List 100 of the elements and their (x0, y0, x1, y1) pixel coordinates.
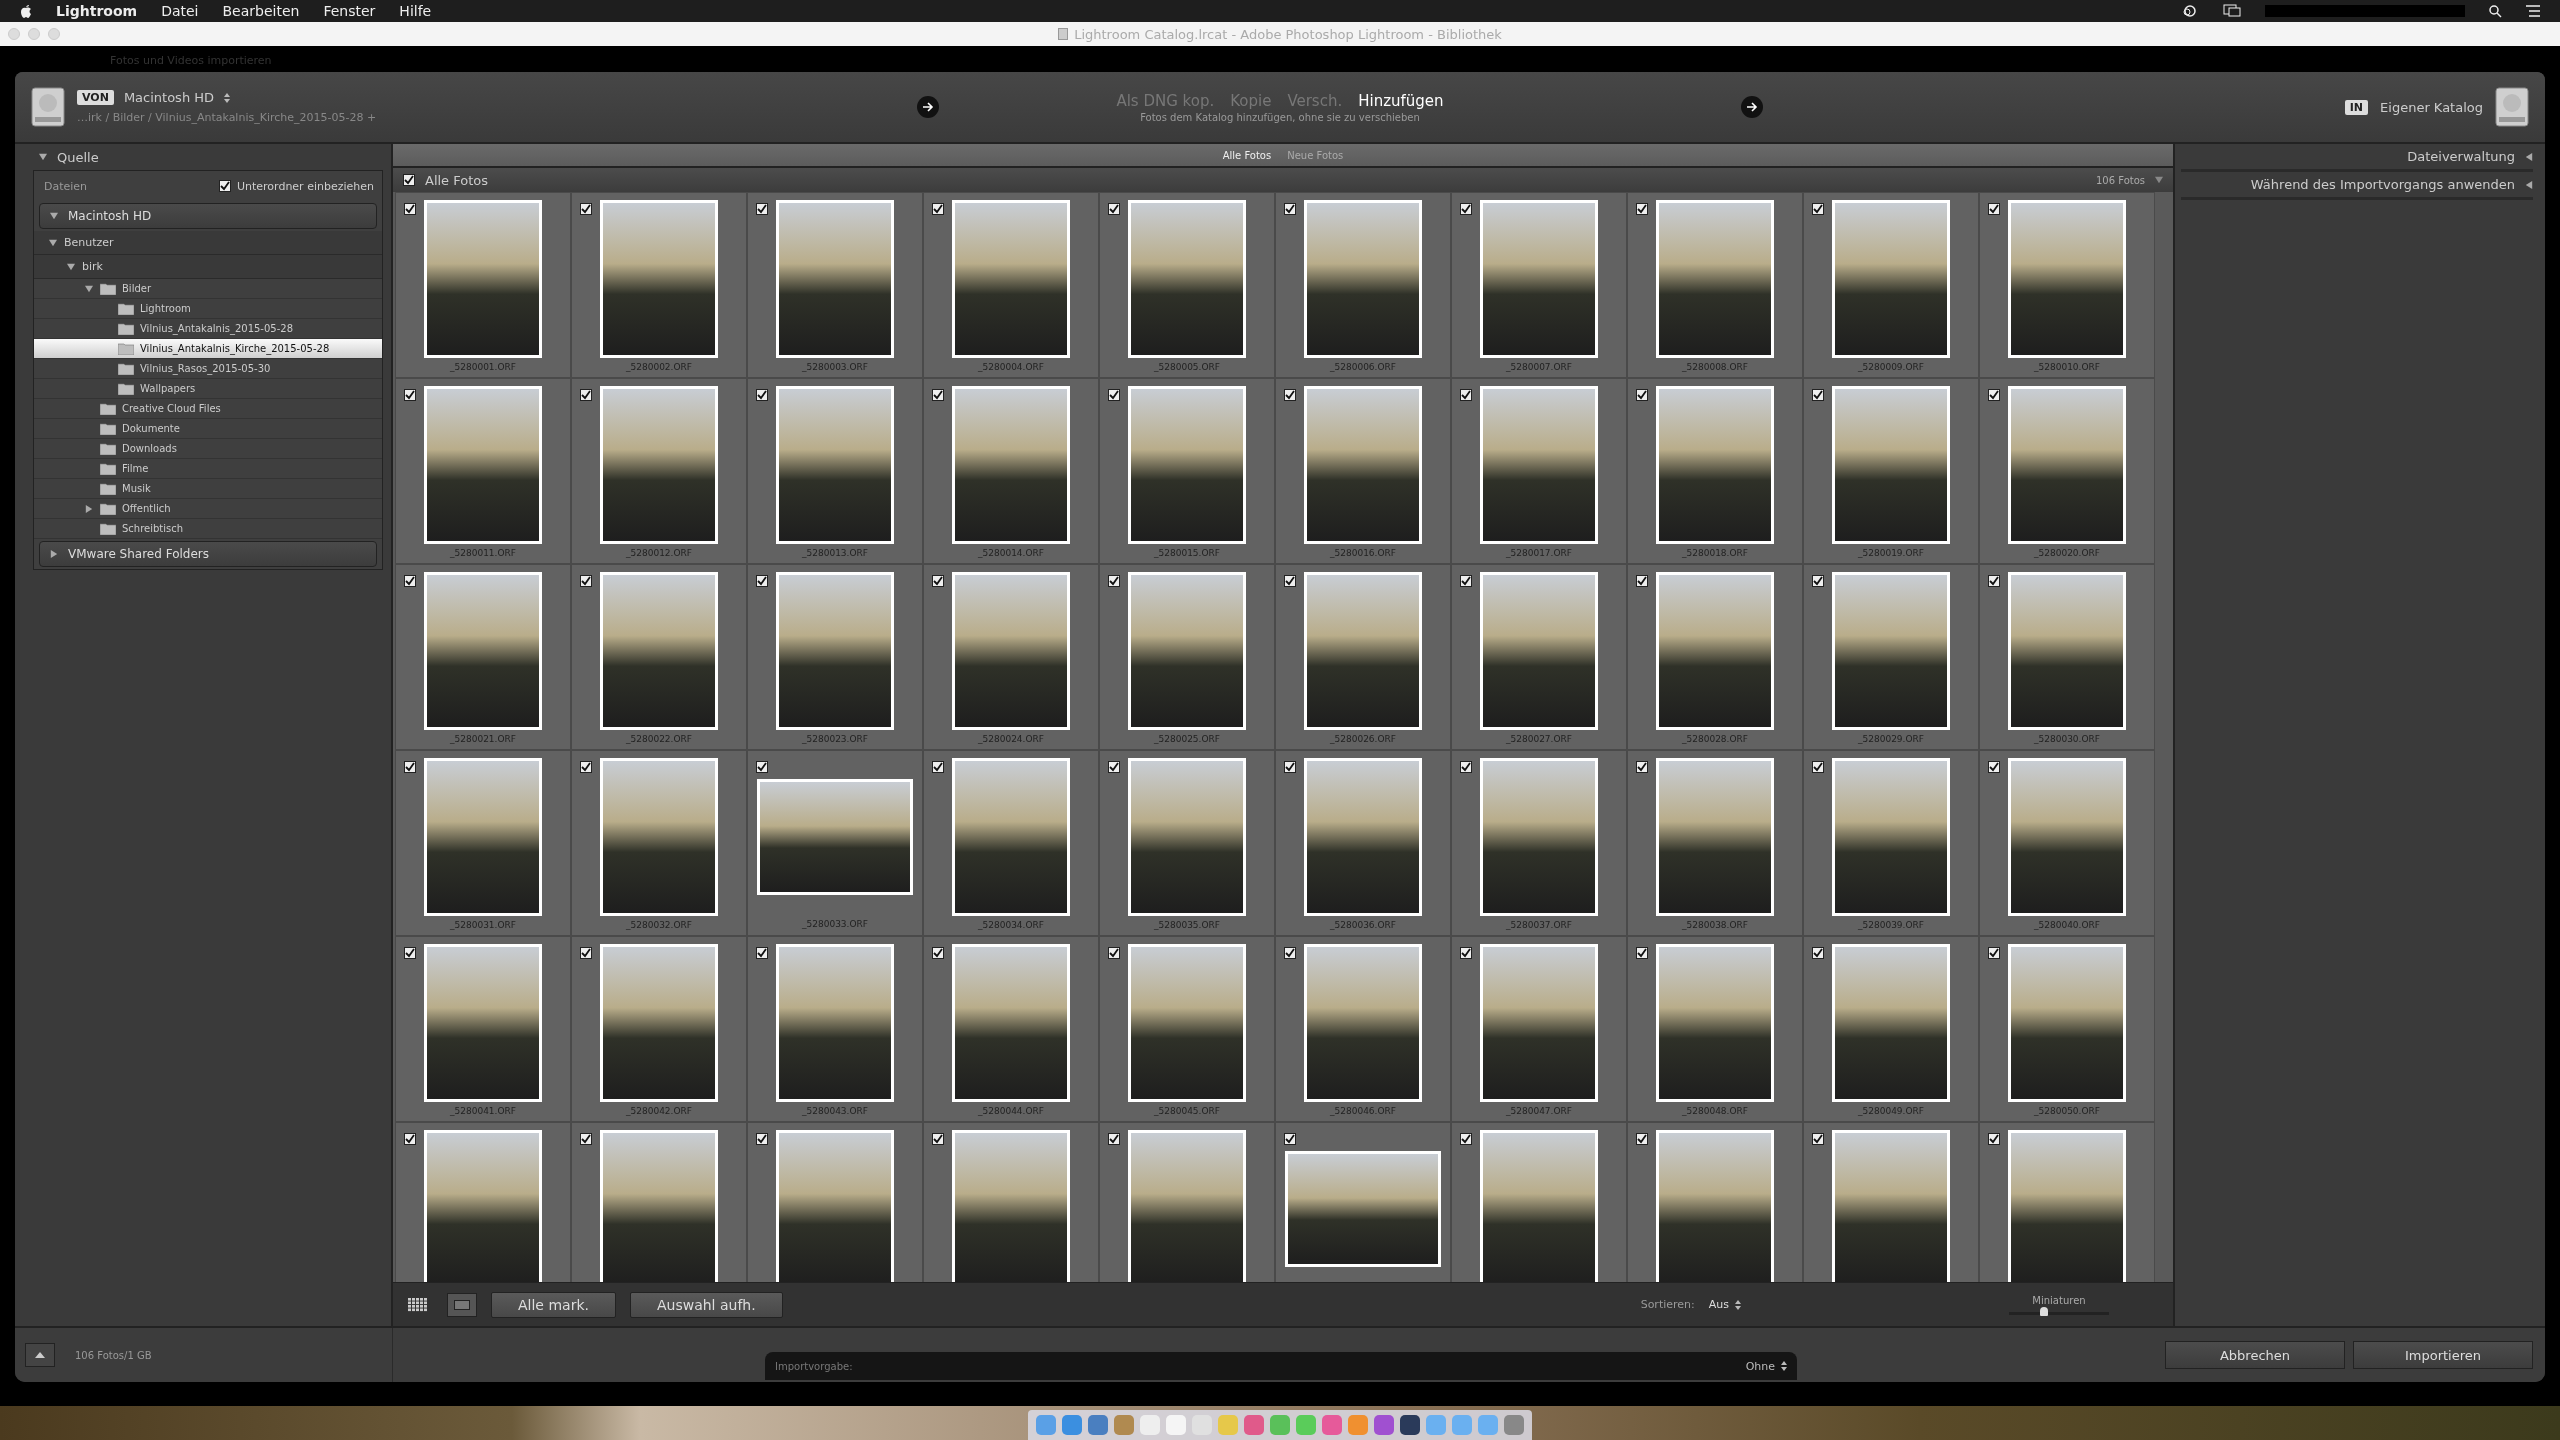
filter-tab[interactable]: Neue Fotos (1287, 149, 1344, 161)
photo-cell[interactable]: _5280043.ORF (747, 936, 923, 1122)
photo-cell[interactable]: _5280019.ORF (1803, 378, 1979, 564)
checkbox[interactable] (1636, 761, 1648, 773)
expand-icon[interactable] (85, 284, 93, 293)
checkbox[interactable] (932, 761, 944, 773)
checkbox[interactable] (1636, 1133, 1648, 1145)
dialog-button[interactable]: Importieren (2353, 1341, 2533, 1369)
photo-cell[interactable]: _5280041.ORF (395, 936, 571, 1122)
checkbox[interactable] (1812, 389, 1824, 401)
photo-cell[interactable]: _5280005.ORF (1099, 192, 1275, 378)
photo-cell[interactable]: _5280047.ORF (1451, 936, 1627, 1122)
checkbox[interactable] (1636, 389, 1648, 401)
photo-cell[interactable]: _5280030.ORF (1979, 564, 2155, 750)
menu-item[interactable]: Lightroom (56, 3, 138, 19)
source-dropdown[interactable]: Macintosh HD (123, 90, 215, 105)
checkbox[interactable] (1988, 203, 2000, 215)
photo-cell[interactable]: _5280026.ORF (1275, 564, 1451, 750)
photo-cell[interactable]: _5280002.ORF (571, 192, 747, 378)
checkbox[interactable] (756, 575, 768, 587)
photo-cell[interactable] (747, 1122, 923, 1282)
photo-cell[interactable]: _5280039.ORF (1803, 750, 1979, 936)
photo-cell[interactable] (1099, 1122, 1275, 1282)
photo-cell[interactable]: _5280027.ORF (1451, 564, 1627, 750)
checkbox[interactable] (1460, 203, 1472, 215)
checkbox[interactable] (756, 389, 768, 401)
checkbox[interactable] (580, 575, 592, 587)
checkbox[interactable] (756, 203, 768, 215)
checkbox[interactable] (580, 947, 592, 959)
checkbox[interactable] (1812, 575, 1824, 587)
photo-cell[interactable] (1979, 1122, 2155, 1282)
checkbox[interactable] (580, 203, 592, 215)
photo-cell[interactable]: _5280006.ORF (1275, 192, 1451, 378)
checkbox[interactable] (932, 389, 944, 401)
checkbox[interactable] (1284, 761, 1296, 773)
photo-cell[interactable] (1627, 1122, 1803, 1282)
folder-item[interactable]: Benutzer (34, 231, 382, 255)
checkbox[interactable] (1988, 761, 2000, 773)
checkbox[interactable] (932, 1133, 944, 1145)
checkbox[interactable] (1108, 389, 1120, 401)
photo-cell[interactable]: _5280003.ORF (747, 192, 923, 378)
checkbox[interactable] (1284, 389, 1296, 401)
checkbox[interactable] (1812, 947, 1824, 959)
photo-cell[interactable]: _5280037.ORF (1451, 750, 1627, 936)
checkbox[interactable] (1636, 575, 1648, 587)
checkbox[interactable] (1108, 761, 1120, 773)
display-icon[interactable] (2223, 4, 2241, 18)
checkbox[interactable] (756, 1133, 768, 1145)
panel-header[interactable]: Dateiverwaltung (2181, 144, 2533, 172)
photo-cell[interactable]: _5280016.ORF (1275, 378, 1451, 564)
photo-cell[interactable]: _5280011.ORF (395, 378, 571, 564)
checkbox[interactable] (932, 203, 944, 215)
photo-cell[interactable] (395, 1122, 571, 1282)
photo-cell[interactable]: _5280012.ORF (571, 378, 747, 564)
folder-item[interactable]: Creative Cloud Files (34, 399, 382, 419)
photo-cell[interactable]: _5280031.ORF (395, 750, 571, 936)
dropdown-icon[interactable] (2155, 176, 2163, 184)
checkbox[interactable] (1284, 947, 1296, 959)
checkbox[interactable] (1284, 203, 1296, 215)
toolbar-button[interactable]: Alle mark. (491, 1291, 616, 1318)
photo-cell[interactable]: _5280042.ORF (571, 936, 747, 1122)
checkbox[interactable] (218, 180, 231, 192)
photo-cell[interactable]: _5280035.ORF (1099, 750, 1275, 936)
photo-cell[interactable]: _5280038.ORF (1627, 750, 1803, 936)
expand-button[interactable] (25, 1343, 55, 1367)
dialog-button[interactable]: Abbrechen (2165, 1341, 2345, 1369)
checkbox[interactable] (1812, 203, 1824, 215)
menu-item[interactable]: Hilfe (399, 3, 432, 19)
photo-cell[interactable]: _5280020.ORF (1979, 378, 2155, 564)
expand-icon[interactable] (67, 262, 75, 271)
folder-item[interactable]: Downloads (34, 439, 382, 459)
menu-item[interactable]: Datei (161, 3, 199, 19)
updown-icon[interactable] (224, 92, 231, 103)
photo-cell[interactable]: _5280048.ORF (1627, 936, 1803, 1122)
photo-cell[interactable]: _5280036.ORF (1275, 750, 1451, 936)
checkbox[interactable] (932, 947, 944, 959)
panel-header[interactable]: Während des Importvorgangs anwenden (2181, 172, 2533, 200)
checkbox[interactable] (580, 1133, 592, 1145)
checkbox[interactable] (1460, 947, 1472, 959)
filter-tab[interactable]: Alle Fotos (1222, 149, 1272, 161)
photo-cell[interactable]: _5280029.ORF (1803, 564, 1979, 750)
photo-cell[interactable] (1275, 1122, 1451, 1282)
photo-cell[interactable]: _5280018.ORF (1627, 378, 1803, 564)
expand-icon[interactable] (85, 504, 93, 513)
preset-dropdown[interactable]: Ohne (1745, 1359, 1787, 1373)
checkbox[interactable] (1108, 947, 1120, 959)
sort-dropdown[interactable]: Aus (1708, 1298, 1741, 1311)
collapse-icon[interactable] (39, 153, 47, 161)
checkbox[interactable] (1460, 1133, 1472, 1145)
cloud-icon[interactable] (2181, 5, 2199, 17)
photo-cell[interactable]: _5280046.ORF (1275, 936, 1451, 1122)
checkbox[interactable] (1284, 575, 1296, 587)
photo-cell[interactable]: _5280010.ORF (1979, 192, 2155, 378)
photo-cell[interactable]: _5280008.ORF (1627, 192, 1803, 378)
checkbox[interactable] (580, 761, 592, 773)
photo-cell[interactable]: _5280009.ORF (1803, 192, 1979, 378)
photo-cell[interactable]: _5280040.ORF (1979, 750, 2155, 936)
checkbox[interactable] (1812, 761, 1824, 773)
toolbar-button[interactable]: Auswahl aufh. (629, 1291, 783, 1318)
photo-cell[interactable]: _5280025.ORF (1099, 564, 1275, 750)
